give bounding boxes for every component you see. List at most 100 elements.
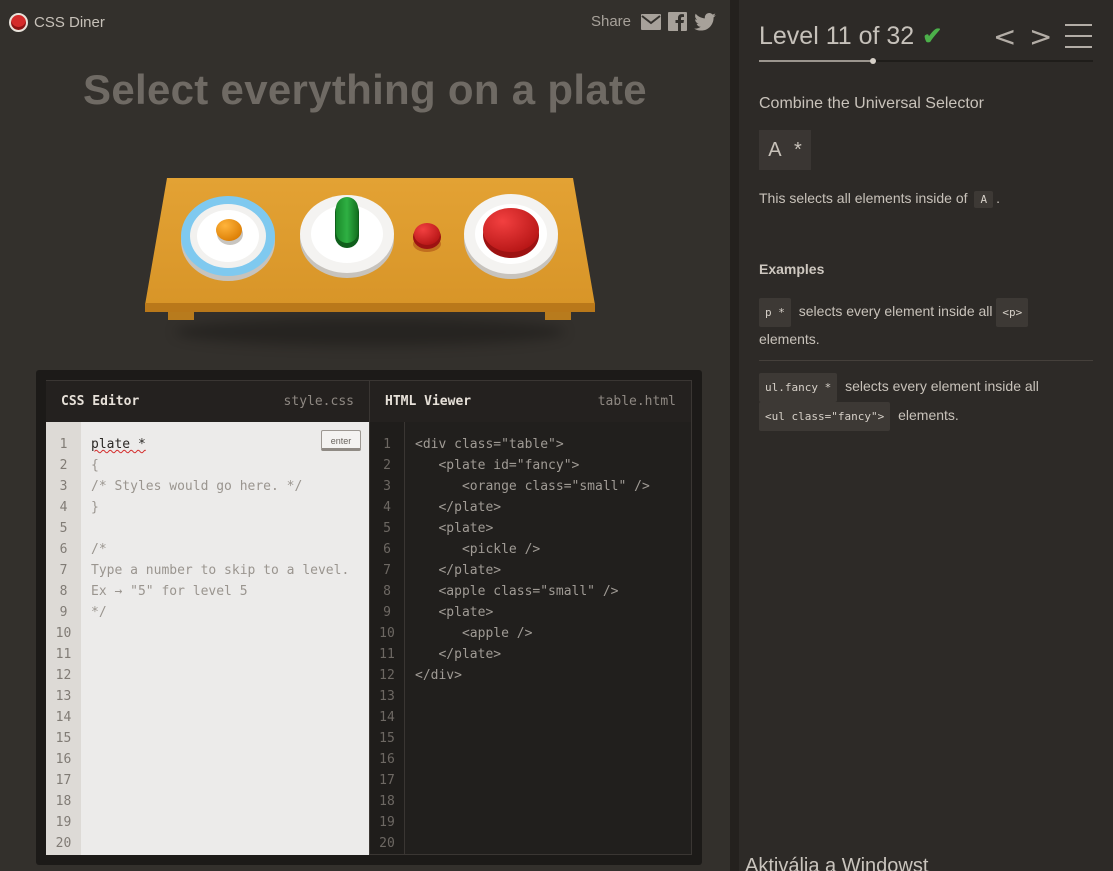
example-code-tag: <ul class="fancy"> <box>759 402 891 431</box>
level-progress-bar <box>759 58 1093 64</box>
line-number: 4 <box>59 500 68 515</box>
html-line[interactable]: <pickle /> <box>415 539 691 560</box>
line-number: 4 <box>383 500 391 515</box>
table-scene <box>135 168 605 358</box>
html-line[interactable]: </plate> <box>415 560 691 581</box>
line-number: 3 <box>59 479 68 494</box>
line-number: 1 <box>383 437 391 452</box>
html-line[interactable]: <plate> <box>415 602 691 623</box>
css-editor-title: CSS Editor <box>61 394 140 409</box>
example-divider <box>759 360 1093 361</box>
hint-code: A <box>974 191 994 208</box>
line-number: 17 <box>55 773 72 788</box>
html-line[interactable]: <plate id="fancy"> <box>415 455 691 476</box>
previous-level-button[interactable]: < <box>993 22 1016 52</box>
apple-logo-icon <box>9 13 28 32</box>
facebook-icon[interactable] <box>668 12 687 31</box>
examples-heading: Examples <box>759 261 825 277</box>
level-header[interactable]: Level 11 of 32 ✔ <box>759 22 942 51</box>
line-number: 5 <box>383 521 391 536</box>
hint-suffix: . <box>996 190 1000 206</box>
line-number: 12 <box>379 668 395 683</box>
windows-activation-watermark: Aktiválja a Windowst <box>745 855 929 871</box>
html-line-numbers: 1 2 3 4 5 6 7 8 9 10 11 12 13 14 15 16 17 18 19 20 <box>370 422 405 854</box>
html-line[interactable]: <apple /> <box>415 623 691 644</box>
line-number: 2 <box>59 458 68 473</box>
fancy-plate <box>181 196 275 281</box>
line-number: 19 <box>55 815 72 830</box>
css-line: Ex → "5" for level 5 <box>91 584 248 599</box>
hamburger-menu-icon[interactable] <box>1065 24 1092 48</box>
game-panel: CSS Diner Share Select everything on a p… <box>0 0 730 871</box>
html-line[interactable]: </plate> <box>415 644 691 665</box>
line-number: 6 <box>383 542 391 557</box>
example-code: p * <box>759 298 791 327</box>
plate-with-apple <box>464 194 558 279</box>
line-number: 20 <box>379 836 395 851</box>
line-number: 6 <box>59 542 68 557</box>
css-line: */ <box>91 605 107 620</box>
css-line: { <box>91 458 99 473</box>
line-number: 11 <box>379 647 395 662</box>
html-line[interactable]: <div class="table"> <box>415 434 691 455</box>
email-icon[interactable] <box>641 13 661 30</box>
example-text: selects every element inside all <box>845 378 1039 394</box>
line-number: 7 <box>59 563 68 578</box>
level-instruction: Select everything on a plate <box>83 66 647 113</box>
example-item: ul.fancy * selects every element inside … <box>759 373 1093 431</box>
small-apple <box>413 223 441 252</box>
css-line: /* Styles would go here. */ <box>91 479 303 494</box>
html-line[interactable]: </div> <box>415 665 691 686</box>
level-progress-fill <box>759 60 873 62</box>
line-number: 9 <box>59 605 68 620</box>
enter-button[interactable]: enter <box>321 430 361 451</box>
line-number: 15 <box>379 731 395 746</box>
twitter-icon[interactable] <box>694 12 716 31</box>
app-logo[interactable]: CSS Diner <box>9 13 105 32</box>
sidebar: Level 11 of 32 ✔ < > Combine the Univers… <box>739 0 1113 871</box>
line-number: 10 <box>55 626 72 641</box>
level-progress-knob <box>869 58 876 64</box>
html-viewer: HTML Viewer table.html 1 2 3 4 5 6 7 8 9 10 11 12 13… <box>369 380 692 855</box>
css-editor-header: CSS Editor style.css <box>46 380 369 422</box>
line-number: 7 <box>383 563 391 578</box>
example-text-end: elements. <box>898 407 959 423</box>
line-number: 13 <box>55 689 72 704</box>
html-line[interactable]: <orange class="small" /> <box>415 476 691 497</box>
example-code: ul.fancy * <box>759 373 838 402</box>
html-line[interactable]: <plate> <box>415 518 691 539</box>
html-line[interactable]: </plate> <box>415 497 691 518</box>
example-code-tag: <p> <box>996 298 1029 327</box>
example-text: selects every element inside all <box>798 303 993 319</box>
table-illustration <box>145 178 595 320</box>
line-number: 17 <box>379 773 395 788</box>
next-level-button[interactable]: > <box>1029 22 1052 52</box>
checkmark-icon: ✔ <box>922 23 943 50</box>
example-item: p * selects every element inside all <p>… <box>759 298 1093 352</box>
editor-container: CSS Editor style.css 1 2 3 4 5 6 7 8 9 10 11 12 13 14… <box>36 370 702 865</box>
selector-syntax: A * <box>759 130 811 170</box>
share-label: Share <box>590 13 631 30</box>
line-number: 10 <box>379 626 395 641</box>
line-number: 11 <box>55 647 72 662</box>
line-number: 9 <box>383 605 391 620</box>
line-number: 20 <box>55 836 72 851</box>
html-code-lines: <div class="table"> <plate id="fancy"> <… <box>405 422 691 854</box>
line-number: 18 <box>379 794 395 809</box>
css-editor-filename: style.css <box>283 394 354 409</box>
line-number: 8 <box>383 584 391 599</box>
panel-divider <box>730 0 739 871</box>
css-editor: CSS Editor style.css 1 2 3 4 5 6 7 8 9 10 11 12 13 14… <box>46 380 369 855</box>
css-input-text: plate * <box>91 437 146 452</box>
line-number: 15 <box>55 731 72 746</box>
css-line: Type a number to skip to a level. <box>91 563 350 578</box>
line-number: 8 <box>59 584 68 599</box>
html-viewer-title: HTML Viewer <box>385 394 472 409</box>
css-line <box>91 518 369 539</box>
css-line-numbers: 1 2 3 4 5 6 7 8 9 10 11 12 13 14 15 16 17 18 19 20 <box>46 422 81 855</box>
css-line: /* <box>91 542 107 557</box>
line-number: 16 <box>55 752 72 767</box>
html-line[interactable]: <apple class="small" /> <box>415 581 691 602</box>
selector-hint: This selects all elements inside of A. <box>759 190 1000 208</box>
line-number: 14 <box>55 710 72 725</box>
